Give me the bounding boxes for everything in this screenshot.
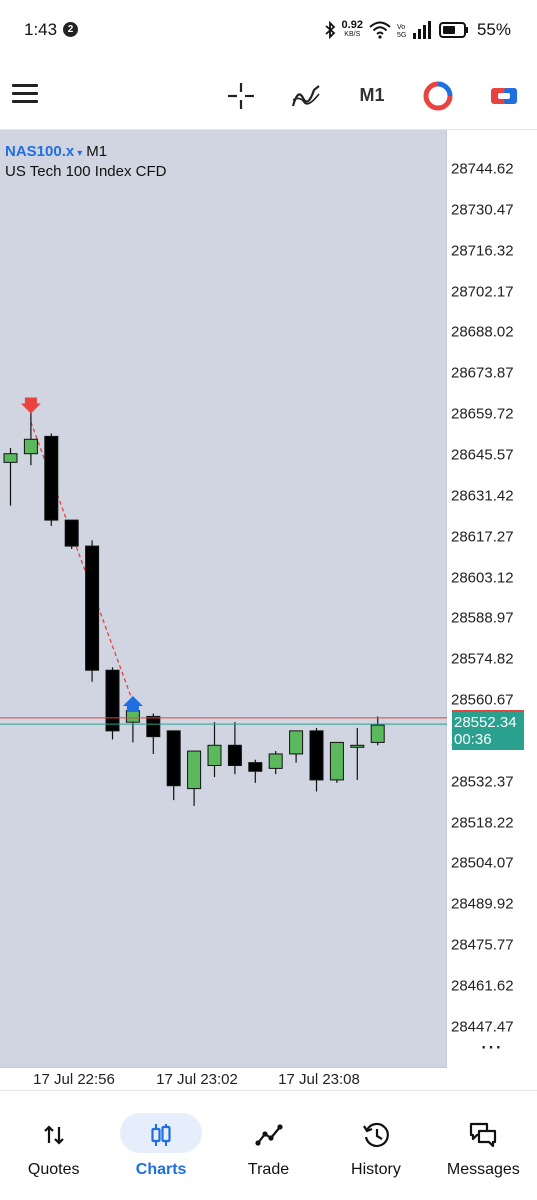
price-tick-label: 28645.57 [451,446,514,464]
candles-layer [0,397,447,806]
status-bar: 1:43 2 0.92 KB/S Vo 5G 55% [0,0,537,62]
chart-toolbar: M1 [0,62,537,130]
status-icons: 0.92 KB/S Vo 5G 55% [324,16,511,44]
bull-candle [289,730,304,755]
nav-history[interactable]: History [322,1091,429,1200]
symbol-timeframe: M1 [86,143,108,160]
price-tick-label: 28603.12 [451,569,514,586]
buy-marker-icon [122,695,143,712]
symbol-caret-icon[interactable]: ▾ [77,148,82,159]
price-tick-label: 28588.97 [451,609,514,627]
one-click-trading-icon[interactable] [488,80,520,112]
symbol-line: NAS100.x ▾ M1 [5,143,107,160]
bear-candle [166,730,181,787]
nav-label: Quotes [27,1161,80,1178]
price-tick-label: 28730.47 [451,201,514,219]
bear-candle [248,762,263,772]
bluetooth-icon [324,21,335,39]
history-icon [362,1122,389,1148]
network-speed: 0.92 KB/S [341,19,363,39]
bottom-nav: Quotes Charts Trade History Messages [0,1090,537,1200]
price-tick-label: 28489.92 [451,895,514,913]
charts-icon [151,1124,171,1146]
bull-candle [350,744,365,748]
bear-candle [309,730,324,781]
bull-candle [3,453,18,463]
price-tick-label: 28447.47 [451,1018,514,1036]
nav-quotes[interactable]: Quotes [0,1091,107,1200]
time-tick-label: 17 Jul 22:56 [33,1071,115,1088]
menu-icon[interactable] [12,84,38,106]
bar-countdown: 00:36 [454,731,492,748]
chart-area: NAS100.x ▾ M1 US Tech 100 Index CFD 28744.… [0,130,537,1090]
quotes-icon [43,1125,64,1145]
bear-candle [105,669,120,732]
bull-candle [125,710,140,723]
price-tick-label: 28617.27 [451,528,514,546]
nav-label: Messages [446,1161,520,1178]
current-price: 28552.34 [454,714,517,731]
price-tick-label: 28574.82 [451,650,514,668]
price-tick-label: 28659.72 [451,405,514,423]
trade-ring-icon[interactable] [422,80,454,112]
nav-charts[interactable]: Charts [107,1091,214,1200]
price-tick-label: 28744.62 [451,160,514,178]
wifi-icon [369,21,391,39]
bull-candle [23,438,38,455]
more-options-icon[interactable]: ⋯ [480,1036,503,1058]
status-time: 1:43 [24,20,58,39]
bull-candle [207,744,222,766]
sell-marker-icon [20,397,41,414]
symbol-description: US Tech 100 Index CFD [5,163,167,180]
current-price-tag: 28552.34 00:36 [452,712,524,750]
price-tick-label: 28461.62 [451,977,514,995]
trade-icon [254,1124,283,1146]
bear-candle [85,545,100,671]
nav-label: Charts [135,1161,187,1178]
svg-text:Vo: Vo [397,24,405,31]
volte-icon: Vo5G [397,24,406,39]
bull-candle [370,724,385,743]
bear-candle [44,435,59,521]
price-tick-label: 28716.32 [451,242,514,260]
bull-candle [187,750,202,790]
nav-trade[interactable]: Trade [215,1091,322,1200]
price-tick-label: 28518.22 [451,814,514,832]
symbol-name[interactable]: NAS100.x [5,143,74,160]
indicators-icon[interactable] [290,80,322,112]
price-tick-label: 28688.02 [451,323,514,341]
price-tick-label: 28504.07 [451,854,514,872]
nav-label: History [351,1161,401,1178]
messages-icon [470,1122,497,1148]
bear-candle [227,744,242,766]
price-tick-label: 28560.67 [451,691,514,709]
price-tick-label: 28673.87 [451,364,514,382]
price-tick-label: 28532.37 [451,773,514,791]
chart-plot[interactable]: NAS100.x ▾ M1 US Tech 100 Index CFD [0,130,447,1068]
price-axis[interactable]: 28744.62 28730.47 28716.32 28702.17 28688.02… [447,130,537,1068]
notification-badge: 2 [63,22,78,37]
time-axis: 17 Jul 22:56 17 Jul 23:02 17 Jul 23:08 [0,1068,447,1090]
nav-messages[interactable]: Messages [430,1091,537,1200]
timeframe-button[interactable]: M1 [352,85,392,106]
battery-icon [438,22,468,38]
time-tick-label: 17 Jul 23:02 [156,1071,238,1088]
price-tick-label: 28631.42 [451,487,514,505]
price-tick-label: 28702.17 [451,283,514,301]
crosshair-icon[interactable] [225,80,257,112]
time-tick-label: 17 Jul 23:08 [278,1071,360,1088]
battery-percent: 55% [476,20,511,39]
bear-candle [64,519,79,547]
nav-label: Trade [247,1161,290,1178]
signal-icon [412,21,431,39]
svg-text:5G: 5G [397,32,406,39]
app-root: 1:43 2 0.92 KB/S Vo 5G 55% M1 NAS100.x ▾… [0,0,537,1200]
bear-candle [146,715,161,738]
bull-candle [268,753,283,769]
price-tick-label: 28475.77 [451,936,514,954]
bull-candle [329,741,344,781]
